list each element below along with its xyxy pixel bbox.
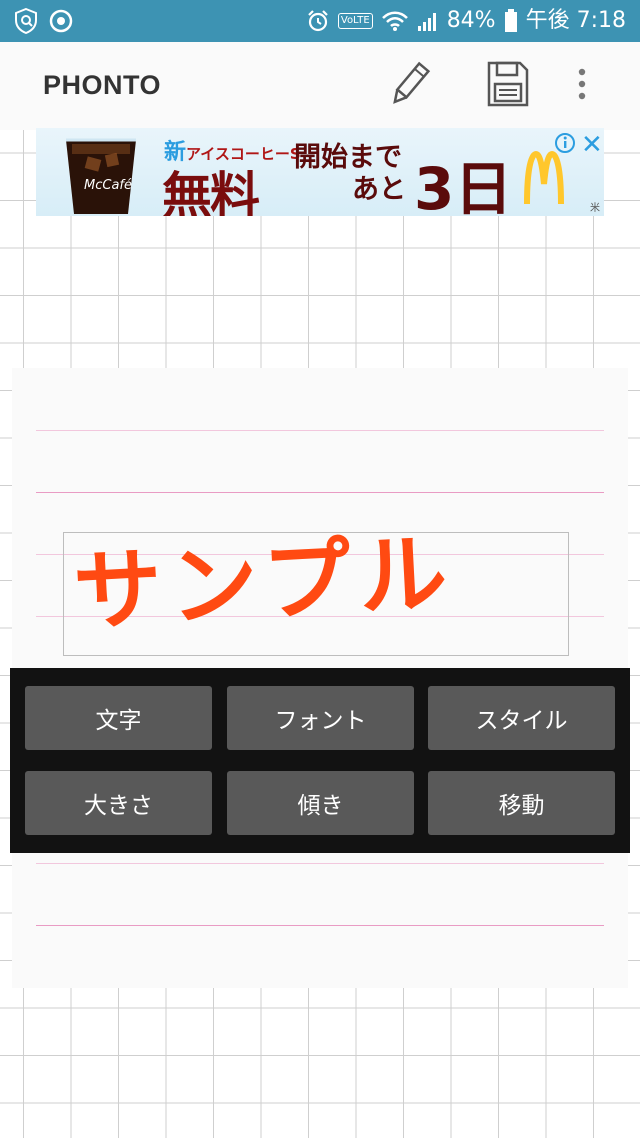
more-vert-icon[interactable] xyxy=(572,68,592,102)
tilt-button[interactable]: 傾き xyxy=(227,771,414,835)
pencil-icon[interactable] xyxy=(384,60,434,110)
ad-banner[interactable]: McCafé 新アイスコーヒーS 無料 開始まで あと 3日 ✕ 米 xyxy=(36,128,604,216)
text-button[interactable]: 文字 xyxy=(25,686,212,750)
save-icon[interactable] xyxy=(486,60,530,108)
sample-text[interactable]: サンプル xyxy=(71,519,458,647)
ad-free-text: 無料 xyxy=(162,167,260,216)
wifi-icon xyxy=(381,11,408,31)
font-button[interactable]: フォント xyxy=(227,686,414,750)
signal-icon xyxy=(417,13,436,31)
battery-icon xyxy=(504,9,517,32)
move-button[interactable]: 移動 xyxy=(428,771,615,835)
size-button[interactable]: 大きさ xyxy=(25,771,212,835)
volte-badge: VoLTE xyxy=(337,13,373,29)
text-options-panel: 文字 フォント スタイル 大きさ 傾き 移動 xyxy=(10,668,630,853)
ad-days: 3日 xyxy=(414,155,513,216)
ruled-line xyxy=(36,430,604,431)
cup-logo-text: McCafé xyxy=(84,178,132,193)
coffee-cup-image xyxy=(66,138,136,214)
style-button[interactable]: スタイル xyxy=(428,686,615,750)
status-bar: VoLTE 84% 午後 7:18 xyxy=(0,0,640,42)
app-title: PHONTO xyxy=(43,70,162,100)
ad-countdown-text: 開始まで あと xyxy=(294,142,406,205)
text-selection-box[interactable]: サンプル xyxy=(63,521,569,656)
ruled-line xyxy=(36,863,604,864)
app-bar: PHONTO xyxy=(0,42,640,130)
mcdonalds-logo-icon xyxy=(524,150,564,205)
battery-percent: 84% xyxy=(446,8,496,33)
alarm-icon xyxy=(308,10,328,32)
vpn-shield-icon xyxy=(15,8,37,34)
ad-close-icon[interactable]: ✕ xyxy=(581,130,603,160)
sync-icon xyxy=(49,9,73,33)
ruled-line xyxy=(36,492,604,493)
ad-info-icon[interactable] xyxy=(554,132,576,154)
ruled-line xyxy=(36,925,604,926)
clock: 午後 7:18 xyxy=(525,8,626,33)
ad-footnote: 米 xyxy=(590,203,600,214)
